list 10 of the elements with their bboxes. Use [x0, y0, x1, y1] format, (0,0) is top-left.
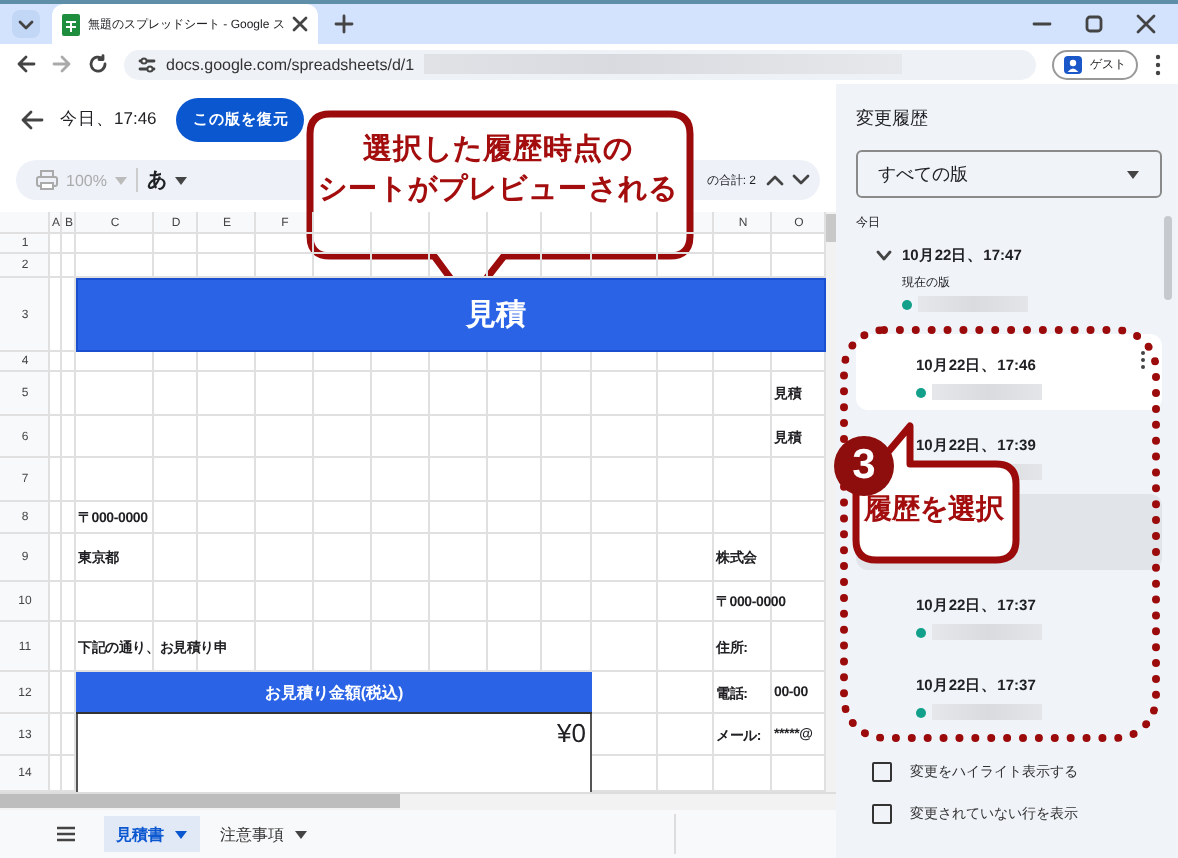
callout-text: シートがプレビューされる	[318, 172, 678, 209]
banner-cell: 見積	[76, 278, 826, 352]
callout-text: 選択した履歴時点の	[363, 132, 633, 169]
header-cell: お見積り金額(税込)	[76, 672, 592, 714]
dropdown-value: すべての版	[878, 161, 968, 187]
amount-cell: ¥0	[76, 714, 592, 792]
version-title: 今日、17:46	[60, 108, 157, 132]
url-text: docs.google.com/spreadsheets/d/1	[166, 55, 415, 73]
callout-text: 履歴を選択	[864, 492, 1004, 528]
panel-title: 変更履歴	[856, 106, 930, 132]
